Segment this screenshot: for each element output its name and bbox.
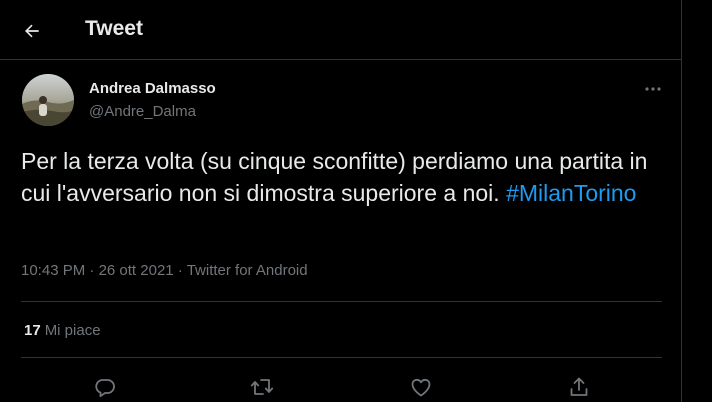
right-panel <box>683 0 712 402</box>
tweet-date[interactable]: 26 ott 2021 <box>99 262 174 279</box>
share-icon <box>570 377 588 396</box>
page-title: Tweet <box>85 17 143 40</box>
meta-separator: · <box>85 262 99 279</box>
like-button[interactable] <box>408 374 434 400</box>
likes-number: 17 <box>24 322 41 339</box>
author-name[interactable]: Andrea Dalmasso <box>89 80 216 97</box>
back-button[interactable] <box>16 15 48 47</box>
likes-label: Mi piace <box>44 322 101 339</box>
tweet-time[interactable]: 10:43 PM <box>21 262 85 279</box>
hashtag-link[interactable]: #MilanTorino <box>506 180 636 206</box>
reply-button[interactable] <box>92 374 118 400</box>
share-button[interactable] <box>566 374 592 400</box>
retweet-button[interactable] <box>249 374 275 400</box>
tweet-column: Tweet Andrea Dalmasso @Andre_Dalma Per l… <box>0 0 682 402</box>
avatar[interactable] <box>22 74 74 126</box>
tweet-meta: 10:43 PM · 26 ott 2021 · Twitter for And… <box>21 262 308 279</box>
meta-separator: · <box>173 262 187 279</box>
likes-count[interactable]: 17 Mi piace <box>24 322 101 339</box>
tweet-source[interactable]: Twitter for Android <box>187 262 308 279</box>
author-handle[interactable]: @Andre_Dalma <box>89 103 196 120</box>
avatar-photo <box>22 74 74 126</box>
page-header: Tweet <box>0 0 681 60</box>
heart-icon <box>411 378 431 397</box>
arrow-left-icon <box>25 24 39 38</box>
divider <box>21 301 662 302</box>
more-horizontal-icon <box>645 87 661 91</box>
more-button[interactable] <box>640 78 666 100</box>
reply-icon <box>95 379 115 398</box>
tweet-text: Per la terza volta (su cinque sconfitte)… <box>21 146 661 209</box>
retweet-icon <box>250 379 274 395</box>
divider <box>21 357 662 358</box>
